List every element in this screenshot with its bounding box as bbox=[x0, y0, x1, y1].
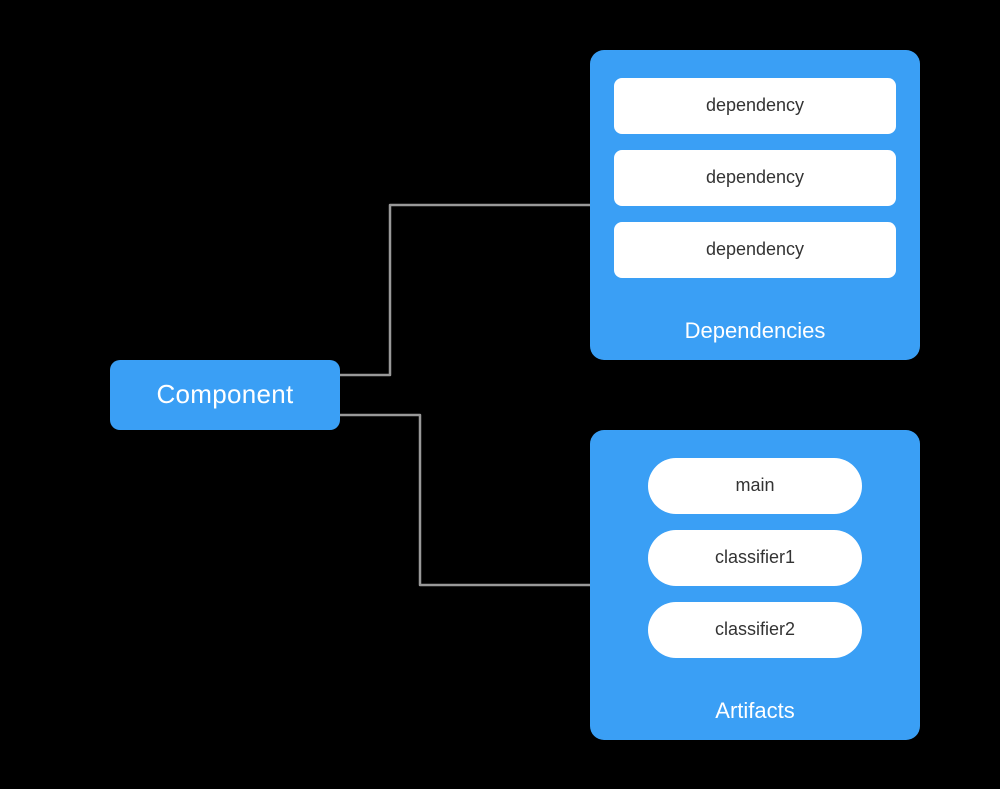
dependency-item-2: dependency bbox=[614, 150, 896, 206]
dependency-label-1: dependency bbox=[706, 95, 804, 116]
artifact-item-1: main bbox=[648, 458, 862, 514]
dependency-item-1: dependency bbox=[614, 78, 896, 134]
dependency-label-2: dependency bbox=[706, 167, 804, 188]
artifact-label-3: classifier2 bbox=[715, 619, 795, 640]
dependencies-box: dependency dependency dependency Depende… bbox=[590, 50, 920, 360]
dependencies-title: Dependencies bbox=[685, 310, 826, 344]
component-label: Component bbox=[156, 379, 293, 410]
diagram: Component dependency dependency dependen… bbox=[50, 30, 950, 760]
artifacts-title: Artifacts bbox=[715, 690, 794, 724]
dependency-item-3: dependency bbox=[614, 222, 896, 278]
artifact-label-1: main bbox=[735, 475, 774, 496]
dependency-label-3: dependency bbox=[706, 239, 804, 260]
artifact-label-2: classifier1 bbox=[715, 547, 795, 568]
artifact-item-3: classifier2 bbox=[648, 602, 862, 658]
artifacts-box: main classifier1 classifier2 Artifacts bbox=[590, 430, 920, 740]
artifact-item-2: classifier1 bbox=[648, 530, 862, 586]
component-box: Component bbox=[110, 360, 340, 430]
